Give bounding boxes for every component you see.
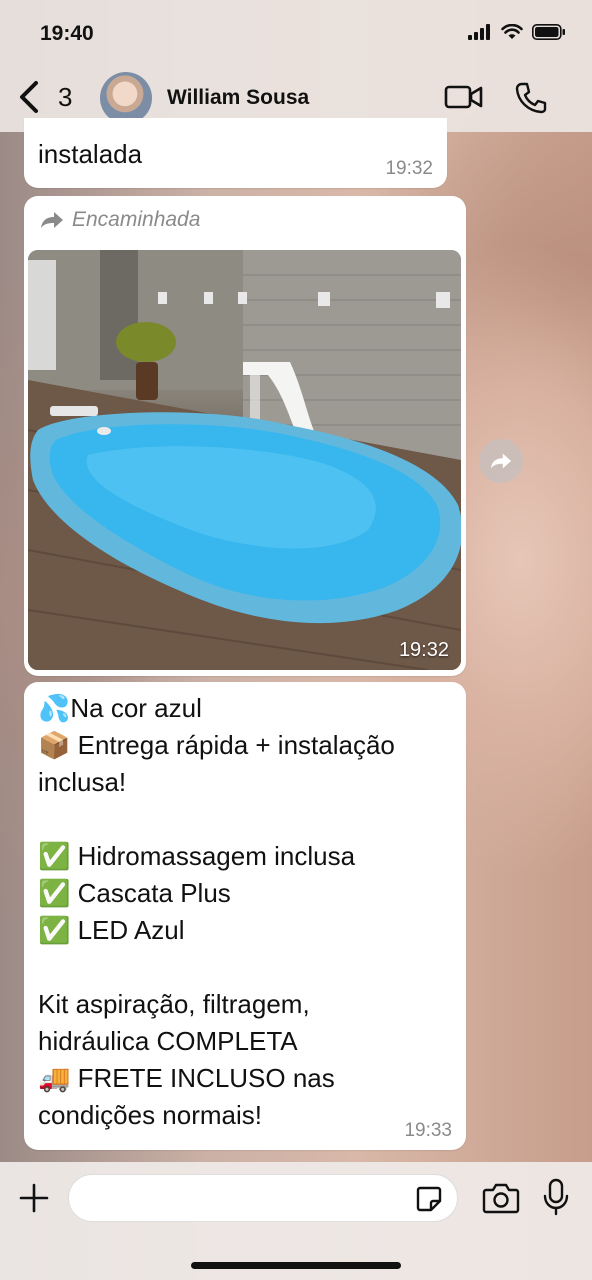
microphone-icon[interactable] [542,1178,570,1216]
battery-icon [532,24,565,40]
video-camera-icon[interactable] [444,82,484,112]
camera-icon[interactable] [482,1182,520,1214]
status-icons [468,24,566,40]
wifi-icon [501,24,523,39]
message-line: 📦 Entrega rápida + instalação [38,730,395,760]
message-line: inclusa! [38,767,127,797]
pool-photo[interactable]: 19:32 [28,250,461,670]
avatar[interactable] [100,72,152,124]
photo-time: 19:32 [398,639,449,661]
back-button[interactable]: 3 [18,80,72,114]
home-indicator [191,1262,401,1269]
message-bubble[interactable]: instalada 19:32 [24,118,447,188]
image-message-bubble[interactable]: Encaminhada 19:32 [24,196,466,676]
message-bubble[interactable]: 💦Na cor azul 📦 Entrega rápida + instalaç… [24,682,466,1150]
status-time: 19:40 [40,22,94,45]
plus-icon[interactable] [18,1182,50,1214]
forwarded-label: Encaminhada [72,208,201,231]
message-line: Kit aspiração, filtragem, [38,989,310,1019]
unread-count: 3 [58,81,73,112]
signal-icon [468,24,490,40]
phone-icon[interactable] [514,81,548,115]
message-line: hidráulica COMPLETA [38,1026,298,1056]
message-line: condições normais! [38,1100,262,1130]
pool-image [28,250,461,670]
message-time: 19:33 [404,1120,452,1141]
share-icon [490,453,512,469]
message-line: 🚚 FRETE INCLUSO nas [38,1063,335,1093]
message-line: ✅ Hidromassagem inclusa [38,841,356,871]
status-bar: 19:40 [0,0,592,64]
message-text: instalada [38,139,143,169]
message-body: 💦Na cor azul 📦 Entrega rápida + instalaç… [38,690,395,1134]
message-line: ​ [38,949,395,986]
chevron-left-icon [20,81,38,113]
sticker-icon[interactable] [415,1185,443,1213]
forwarded-indicator: Encaminhada [40,208,200,232]
message-time: 19:32 [385,158,433,179]
message-input[interactable] [68,1174,458,1222]
forward-arrow-icon [41,212,63,228]
contact-name[interactable]: William Sousa [167,86,309,110]
message-line: ✅ Cascata Plus [38,878,231,908]
message-line: 💦Na cor azul [38,693,202,723]
message-line: ​ [38,801,395,838]
message-line: ✅ LED Azul [38,915,185,945]
share-button[interactable] [479,439,523,483]
